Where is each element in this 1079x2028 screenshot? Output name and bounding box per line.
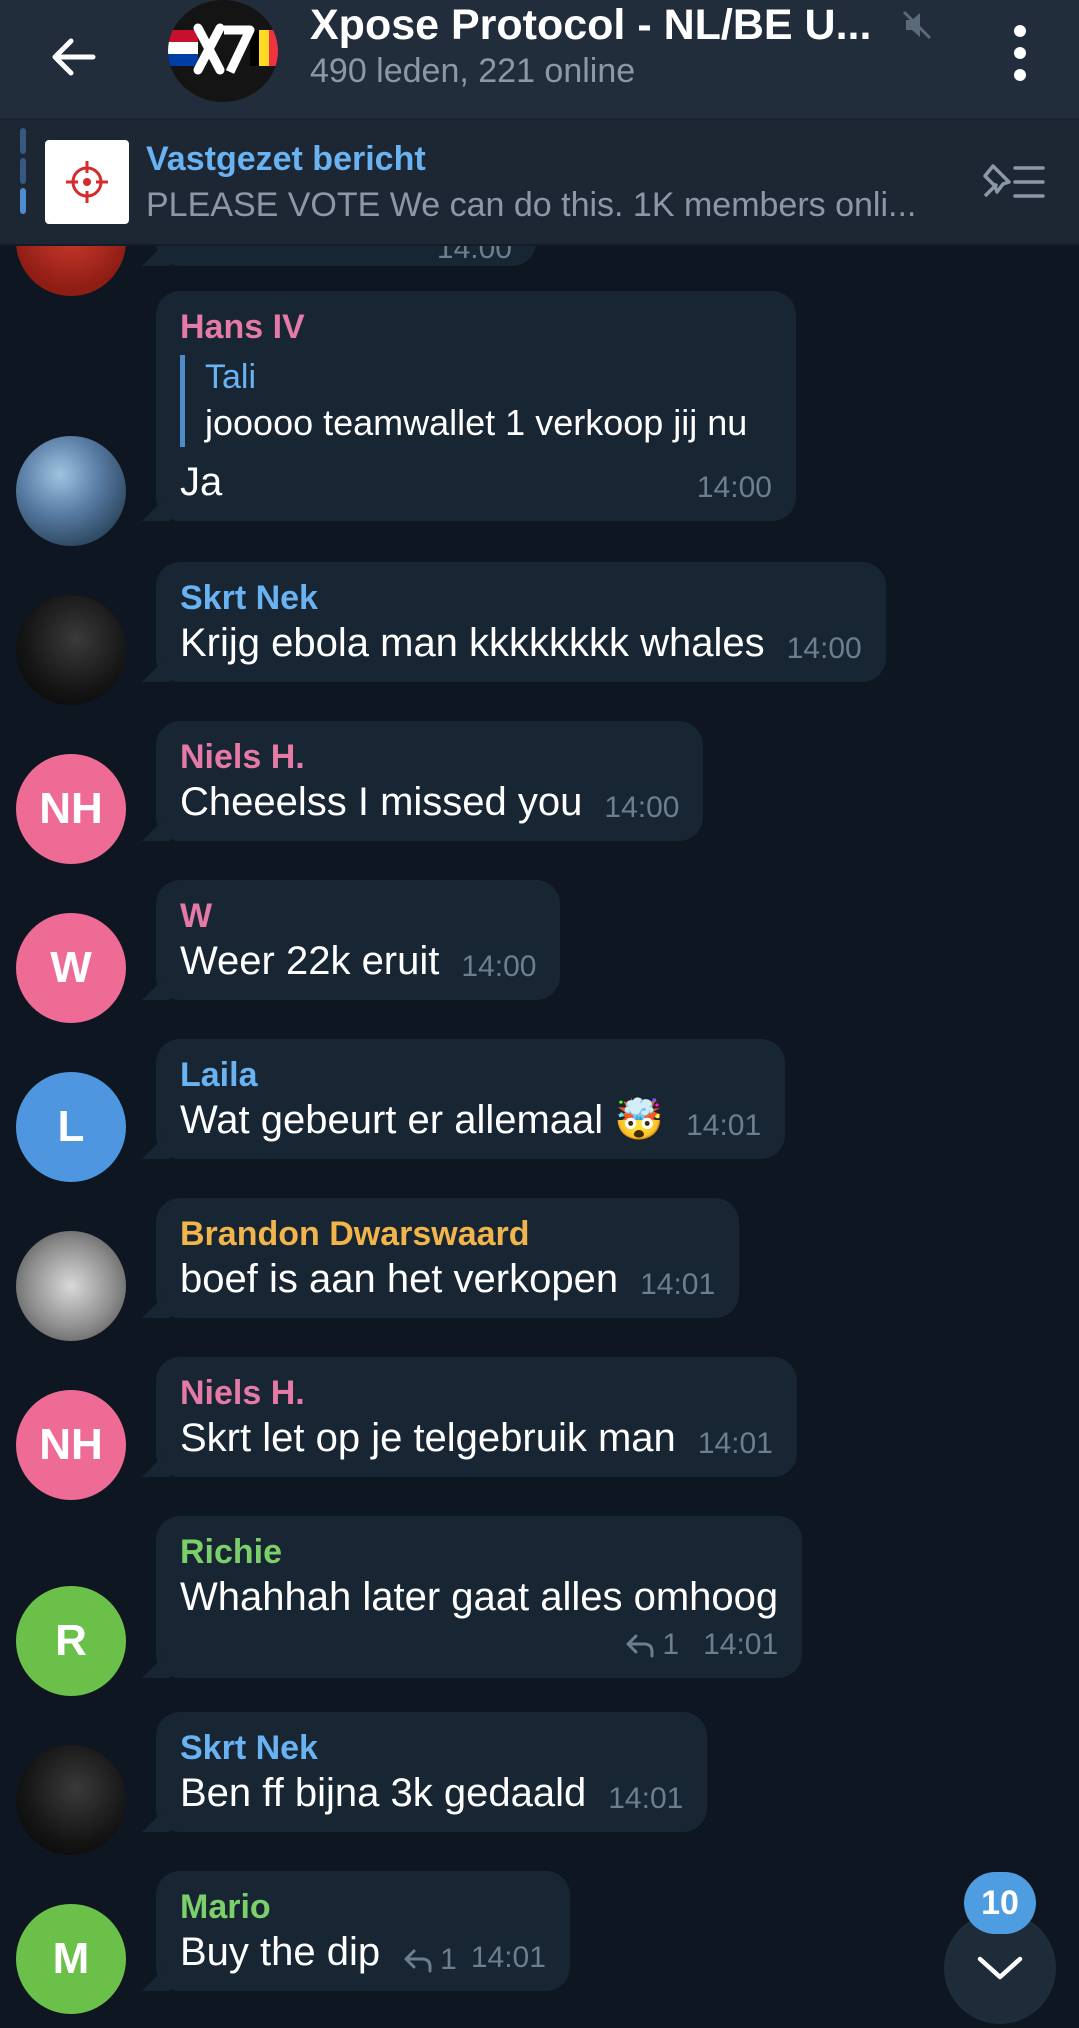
- avatar[interactable]: [16, 1231, 126, 1341]
- message-text: Skrt let op je telgebruik man: [180, 1416, 676, 1460]
- message-list[interactable]: 14:00 Hans IV Tali jooooo teamwallet 1 v…: [0, 246, 1079, 2028]
- chat-subtitle: 490 leden, 221 online: [310, 52, 636, 90]
- pinned-indicator: [20, 128, 26, 232]
- avatar[interactable]: [16, 595, 126, 705]
- message-time: 14:01: [608, 1782, 684, 1815]
- message-bubble[interactable]: Hans IV Tali jooooo teamwallet 1 verkoop…: [156, 291, 796, 521]
- pinned-thumbnail: [45, 140, 129, 224]
- avatar[interactable]: NH: [16, 754, 126, 864]
- avatar[interactable]: R: [16, 1586, 126, 1696]
- target-icon: [66, 161, 108, 203]
- reply-arrow-icon: [404, 1949, 432, 1973]
- telegram-chat-screen: Xpose Protocol - NL/BE U... 490 leden, 2…: [0, 0, 1079, 2028]
- avatar[interactable]: M: [16, 1904, 126, 2014]
- replies-count: 1: [440, 1943, 457, 1976]
- message-time: 14:01: [470, 1941, 546, 1974]
- sender-name[interactable]: Mario: [180, 1887, 546, 1927]
- message-text: Wat gebeurt er allemaal 🤯: [180, 1098, 665, 1142]
- back-arrow-icon[interactable]: [38, 22, 108, 92]
- avatar[interactable]: [16, 436, 126, 546]
- reply-quote-sender: Tali: [205, 358, 257, 396]
- message-text: Buy the dip: [180, 1930, 381, 1974]
- message-text: Cheeelss I missed you: [180, 780, 583, 824]
- sender-name[interactable]: Brandon Dwarswaard: [180, 1214, 715, 1254]
- message-text: Ben ff bijna 3k gedaald: [180, 1771, 587, 1815]
- more-options-icon[interactable]: [1000, 18, 1040, 88]
- message-time: 14:00: [604, 791, 680, 824]
- avatar[interactable]: W: [16, 913, 126, 1023]
- pinned-message-bar[interactable]: Vastgezet bericht PLEASE VOTE We can do …: [0, 120, 1079, 246]
- chat-title-block[interactable]: Xpose Protocol - NL/BE U... 490 leden, 2…: [310, 0, 950, 91]
- replies-count: 1: [662, 1628, 680, 1661]
- sender-name[interactable]: Niels H.: [180, 1373, 773, 1413]
- sender-name[interactable]: Skrt Nek: [180, 578, 862, 618]
- avatar[interactable]: [16, 246, 126, 296]
- sender-name[interactable]: Laila: [180, 1055, 761, 1095]
- avatar[interactable]: NH: [16, 1390, 126, 1500]
- message-bubble[interactable]: Niels H. Cheeelss I missed you 14:00: [156, 721, 704, 841]
- sender-name[interactable]: W: [180, 896, 536, 936]
- pinned-label: Vastgezet bericht: [146, 140, 426, 178]
- message-text: Weer 22k eruit: [180, 939, 440, 983]
- message-bubble[interactable]: Laila Wat gebeurt er allemaal 🤯 14:01: [156, 1039, 786, 1159]
- pinned-list-icon[interactable]: [975, 158, 1047, 211]
- message-time: 14:00: [461, 950, 537, 983]
- message-bubble[interactable]: Brandon Dwarswaard boef is aan het verko…: [156, 1198, 740, 1318]
- avatar[interactable]: [16, 1745, 126, 1855]
- sender-name[interactable]: Richie: [180, 1532, 778, 1572]
- message-text: Ja: [180, 460, 223, 504]
- message-time: 14:00: [696, 471, 772, 504]
- sender-name[interactable]: Skrt Nek: [180, 1728, 683, 1768]
- message-time: 14:01: [686, 1109, 762, 1142]
- reply-quote-text: jooooo teamwallet 1 verkoop jij nu: [205, 402, 748, 443]
- chevron-down-icon: [977, 1956, 1023, 1980]
- message-time: 14:01: [697, 1427, 773, 1460]
- pinned-text: PLEASE VOTE We can do this. 1K members o…: [146, 186, 917, 224]
- group-avatar[interactable]: [168, 0, 278, 102]
- message-time: 14:01: [640, 1268, 716, 1301]
- sender-name[interactable]: Niels H.: [180, 737, 679, 777]
- message-bubble[interactable]: W Weer 22k eruit 14:00: [156, 880, 561, 1000]
- message-bubble[interactable]: Skrt Nek Krijg ebola man kkkkkkkk whales…: [156, 562, 886, 682]
- x7-logo-icon: [193, 23, 255, 75]
- message-time: 14:00: [436, 246, 512, 265]
- message-bubble-partial[interactable]: 14:00: [156, 246, 536, 266]
- message-bubble[interactable]: Mario Buy the dip 1 14:01: [156, 1871, 570, 1991]
- message-bubble[interactable]: Niels H. Skrt let op je telgebruik man 1…: [156, 1357, 797, 1477]
- chat-title: Xpose Protocol - NL/BE U...: [310, 1, 872, 49]
- message-text: boef is aan het verkopen: [180, 1257, 619, 1301]
- message-text: Krijg ebola man kkkkkkkk whales: [180, 621, 765, 665]
- avatar[interactable]: L: [16, 1072, 126, 1182]
- sender-name[interactable]: Hans IV: [180, 307, 772, 347]
- unread-count-badge: 10: [964, 1872, 1036, 1934]
- message-bubble[interactable]: Richie Whahhah later gaat alles omhoog 1…: [156, 1516, 803, 1678]
- muted-speaker-icon: [900, 8, 934, 47]
- replies-counter[interactable]: 1: [402, 1943, 457, 1977]
- message-bubble[interactable]: Skrt Nek Ben ff bijna 3k gedaald 14:01: [156, 1712, 708, 1832]
- replies-counter[interactable]: 1: [624, 1628, 679, 1662]
- reply-quote[interactable]: Tali jooooo teamwallet 1 verkoop jij nu: [180, 355, 772, 447]
- reply-arrow-icon: [626, 1634, 654, 1658]
- message-time: 14:01: [703, 1628, 779, 1661]
- message-time: 14:00: [786, 632, 862, 665]
- chat-header: Xpose Protocol - NL/BE U... 490 leden, 2…: [0, 0, 1079, 120]
- message-text: Whahhah later gaat alles omhoog: [180, 1575, 779, 1619]
